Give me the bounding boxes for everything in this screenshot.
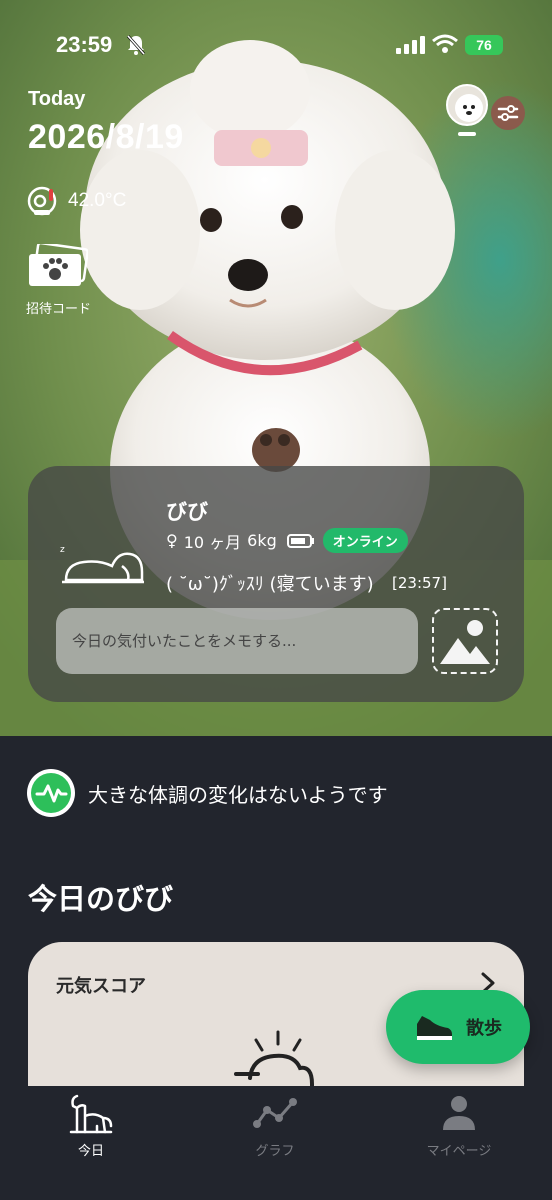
image-icon: [440, 620, 490, 664]
add-photo-button[interactable]: [432, 608, 498, 674]
health-message: 大きな体調の変化はないようです: [88, 782, 388, 807]
genki-score-title: 元気スコア: [56, 976, 146, 997]
graph-icon: [253, 1098, 297, 1128]
walk-button[interactable]: 散歩: [386, 990, 530, 1064]
signal-icon: [396, 36, 425, 54]
battery-level: 76: [476, 37, 492, 53]
tab-mypage-label: マイページ: [426, 1144, 492, 1159]
app-screen: 23:59 76 Today 2026/8/19 42.0°C 招待コード z …: [0, 0, 552, 1200]
settings-button[interactable]: [491, 96, 525, 130]
temperature-row: 42.0°C: [26, 184, 126, 218]
tab-graph[interactable]: グラフ: [215, 1092, 335, 1159]
status-time: 23:59: [56, 32, 113, 57]
temperature-value: 42.0°C: [68, 190, 127, 211]
pet-status-time: [23:57]: [392, 574, 447, 592]
wifi-icon: [432, 34, 458, 53]
pet-age: 10 ヶ月: [183, 532, 242, 552]
dog-icon: [69, 1094, 113, 1134]
bell-slash-icon: [126, 35, 146, 55]
sliders-icon: [497, 105, 519, 121]
tab-mypage[interactable]: マイページ: [399, 1092, 519, 1159]
tab-today-label: 今日: [77, 1144, 104, 1159]
status-bar: 23:59 76: [0, 0, 552, 90]
memo-input[interactable]: [56, 608, 418, 674]
battery-icon: 76: [465, 35, 503, 55]
device-thermometer-icon: [27, 186, 57, 216]
walk-button-label: 散歩: [466, 1018, 502, 1039]
pet-status-card: z びび ♀ 10 ヶ月 6kg オンライン ( ˘ω˘)ｸﾞｯｽﾘ (寝ていま…: [28, 466, 524, 702]
pet-name: びび: [166, 500, 208, 524]
svg-text:z: z: [60, 545, 65, 555]
pet-activity-status: ( ˘ω˘)ｸﾞｯｽﾘ (寝ています): [166, 574, 374, 595]
invite-code-label: 招待コード: [26, 302, 92, 317]
sex-symbol: ♀: [166, 531, 178, 550]
today-label: Today: [28, 88, 86, 110]
avatar-selected-indicator: [458, 132, 476, 136]
online-badge: オンライン: [322, 528, 408, 553]
person-icon: [443, 1096, 475, 1130]
shoe-icon: [417, 1016, 452, 1040]
tab-today[interactable]: 今日: [31, 1092, 151, 1159]
heart-rate-icon: [27, 769, 75, 817]
section-title: 今日のびび: [28, 882, 174, 916]
device-battery-icon: [286, 533, 314, 548]
health-summary-row[interactable]: 大きな体調の変化はないようです: [26, 768, 388, 818]
tab-graph-label: グラフ: [255, 1144, 295, 1159]
pet-info-row: ♀ 10 ヶ月 6kg オンライン: [166, 528, 408, 553]
pet-weight: 6kg: [247, 531, 277, 550]
ticket-paw-icon: [29, 241, 89, 286]
pet-avatar-button[interactable]: [446, 84, 488, 126]
tab-bar: 今日 グラフ マイページ: [0, 1086, 552, 1200]
invite-code-button[interactable]: 招待コード: [26, 241, 96, 317]
sleeping-dog-icon: z: [60, 545, 144, 584]
date-label[interactable]: 2026/8/19: [28, 118, 184, 157]
